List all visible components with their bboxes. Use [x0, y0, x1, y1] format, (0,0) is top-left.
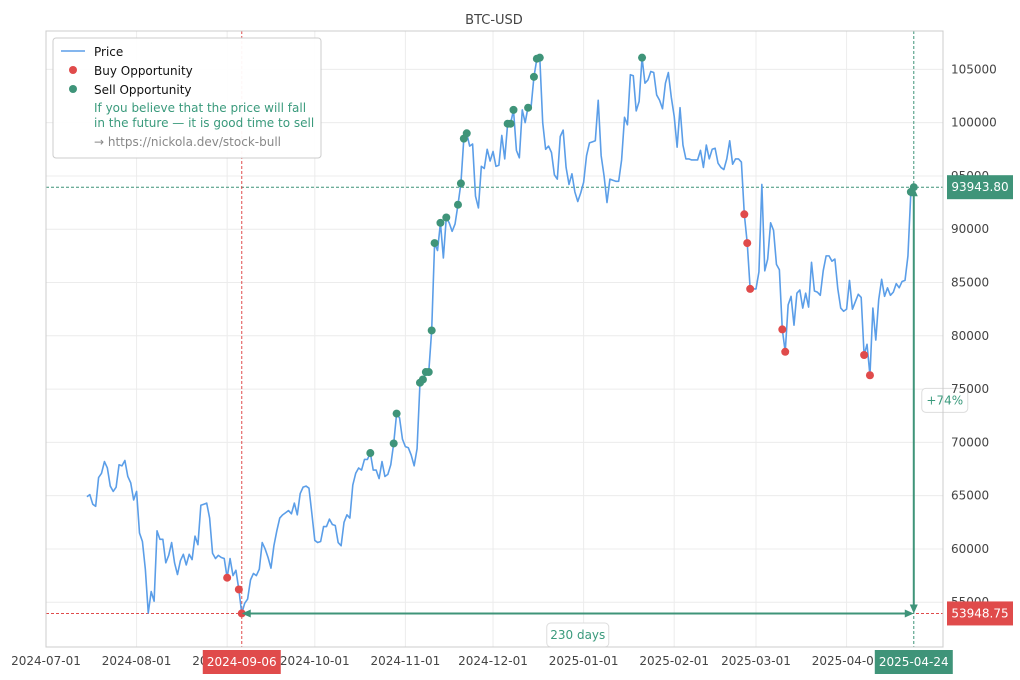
y-value-tag-label: 53948.75 — [951, 606, 1008, 620]
sell-point — [638, 53, 647, 62]
y-tick-label: 105000 — [951, 62, 997, 76]
buy-point — [778, 325, 787, 334]
sell-point — [506, 119, 515, 128]
buy-point — [781, 347, 790, 356]
legend-link: → https://nickola.dev/stock-bull — [94, 135, 281, 149]
y-value-tag: 53948.75 — [947, 601, 1013, 626]
legend-sell-label: Sell Opportunity — [94, 83, 192, 97]
sell-point — [430, 239, 439, 248]
sell-point — [456, 179, 465, 188]
y-value-tag: 93943.80 — [947, 175, 1013, 200]
x-tick-label: 2025-02-01 — [639, 654, 709, 668]
y-tick-label: 85000 — [951, 276, 989, 290]
buy-point — [234, 585, 243, 594]
x-tick-label: 2024-12-01 — [458, 654, 528, 668]
x-tick-label: 2025-03-01 — [721, 654, 791, 668]
btc-price-chart: 230 days+74% 2024-07-012024-08-012024-09… — [0, 0, 1020, 680]
sell-point — [389, 439, 398, 448]
legend-price-label: Price — [94, 45, 123, 59]
x-tick-label: 2025-01-01 — [549, 654, 619, 668]
y-tick-label: 65000 — [951, 489, 989, 503]
sell-point — [442, 213, 451, 222]
legend-buy-swatch — [69, 66, 77, 74]
buy-point — [223, 573, 232, 582]
sell-point — [524, 103, 533, 112]
sell-point — [529, 72, 538, 81]
x-value-tag: 2025-04-24 — [874, 650, 953, 674]
x-value-tag-label: 2024-09-06 — [207, 655, 277, 669]
buy-point — [746, 284, 755, 293]
legend-sell-swatch — [69, 85, 77, 93]
sell-point — [424, 368, 433, 377]
sell-point — [535, 53, 544, 62]
y-tick-label: 80000 — [951, 329, 989, 343]
buy-point — [860, 350, 869, 359]
legend-buy-label: Buy Opportunity — [94, 64, 193, 78]
x-tick-label: 2024-08-01 — [102, 654, 172, 668]
y-tick-label: 60000 — [951, 542, 989, 556]
sell-point — [453, 200, 462, 209]
days-span-label: 230 days — [550, 628, 605, 642]
buy-point — [740, 210, 749, 219]
chart-title: BTC-USD — [465, 13, 523, 28]
sell-point — [427, 326, 436, 335]
legend-note-line-2: in the future — it is good time to sell — [94, 116, 314, 130]
buy-point — [865, 371, 874, 380]
sell-point — [392, 409, 401, 418]
sell-point — [366, 449, 375, 458]
x-tick-label: 2024-07-01 — [11, 654, 81, 668]
legend-note-line-1: If you believe that the price will fall — [94, 101, 306, 115]
legend: Price Buy Opportunity Sell Opportunity If y… — [52, 37, 322, 159]
x-value-tag: 2024-09-06 — [202, 650, 281, 674]
x-value-tag-label: 2025-04-24 — [879, 655, 949, 669]
x-tick-label: 2024-10-01 — [280, 654, 350, 668]
y-tick-label: 100000 — [951, 116, 997, 130]
sell-point — [418, 375, 427, 384]
y-tick-label: 90000 — [951, 222, 989, 236]
y-tick-label: 75000 — [951, 382, 989, 396]
x-tick-label: 2024-11-01 — [371, 654, 441, 668]
sell-point — [509, 105, 518, 114]
x-tick-label: 2025-04-01 — [812, 654, 882, 668]
buy-point — [743, 239, 752, 248]
y-value-tag-label: 93943.80 — [951, 180, 1008, 194]
sell-point — [462, 129, 471, 138]
y-tick-label: 70000 — [951, 435, 989, 449]
